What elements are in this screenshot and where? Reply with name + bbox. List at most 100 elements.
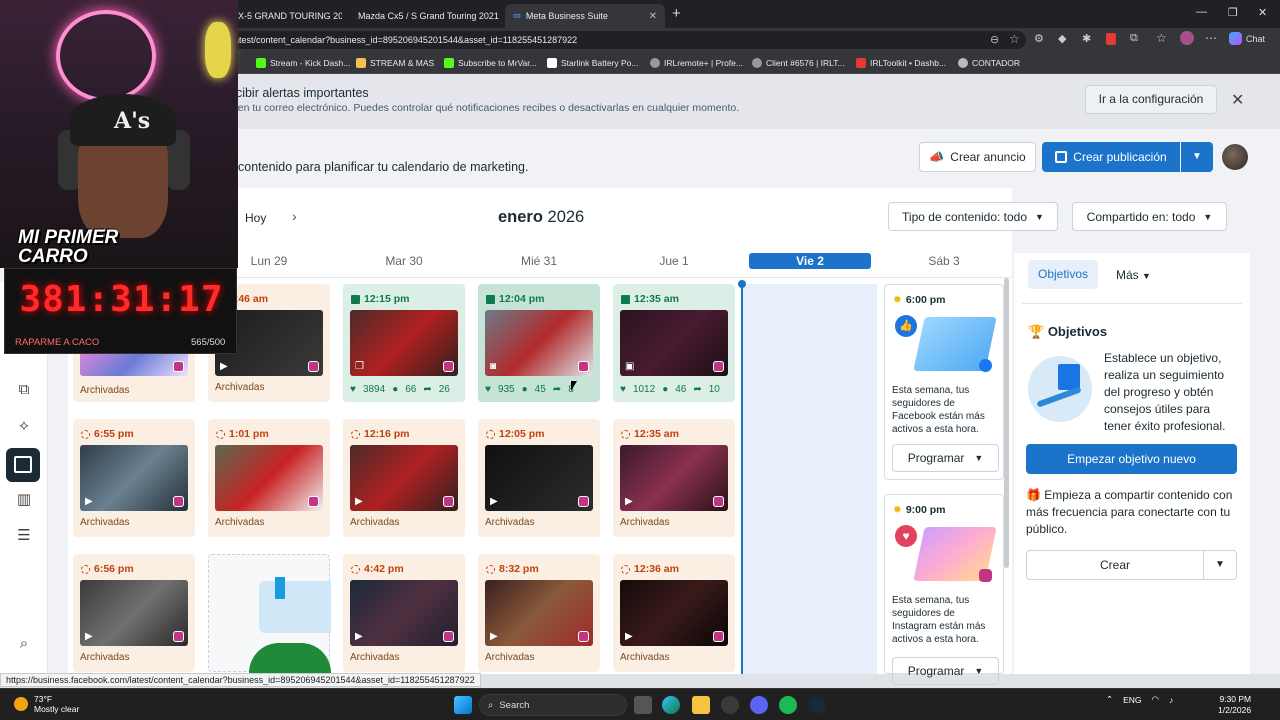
taskbar-search[interactable]: ⌕ Search [479,694,627,716]
extensions-puzzle-icon[interactable]: ⧉ [1130,32,1138,45]
chevron-down-icon[interactable]: ▼ [1181,142,1213,172]
post-status: Archivadas [350,652,400,663]
start-icon[interactable] [454,696,472,714]
bookmark-item[interactable]: IRLremote+ | Profe... [650,55,743,71]
post-card[interactable]: 4:42 pm ▶ Archivadas [343,554,465,672]
url-field[interactable]: atest/content_calendar?business_id=89520… [228,31,1026,49]
tray-chevron-icon[interactable]: ⌃ [1106,694,1113,705]
tab-objetivos[interactable]: Objetivos [1028,260,1098,289]
post-card[interactable]: 6:55 pm ▶ Archivadas [73,419,195,537]
instagram-icon [578,496,589,507]
chevron-right-icon[interactable]: › [292,208,297,224]
extension-icon[interactable]: ◆ [1058,32,1066,45]
today-button[interactable]: Hoy [245,211,266,225]
favorite-star-icon[interactable]: ☆ [1009,32,1020,46]
volume-icon[interactable]: ♪ [1169,695,1173,705]
edge-icon[interactable] [662,696,680,714]
post-card[interactable]: 12:16 pm ▶ Archivadas [343,419,465,537]
instagram-illustration: ♥ [893,523,997,585]
play-icon: ▶ [85,496,93,507]
post-thumbnail: ▶ [80,580,188,646]
bookmark-item[interactable]: Client #6576 | IRLT... [752,55,845,71]
extension-icon[interactable] [1106,33,1116,45]
gift-icon: 🎁 [1026,488,1041,502]
new-tab-button[interactable]: + [672,5,681,22]
post-card[interactable]: 12:15 pm ❐ ♥ 3894 ● 66 ➦ 26 [343,284,465,402]
insights-icon[interactable]: ▥ [14,490,34,510]
post-card[interactable]: 12:35 am ▣ ♥ 1012 ● 46 ➦ 10 [613,284,735,402]
post-time: 12:16 pm [351,428,410,440]
post-thumbnail: ▶ [350,445,458,511]
comments-icon: ● [392,384,399,395]
content-type-filter[interactable]: Tipo de contenido: todo ▼ [888,202,1058,231]
create-button[interactable]: Crear [1026,550,1204,580]
post-card[interactable]: 8:32 pm ▶ Archivadas [478,554,600,672]
create-ad-button[interactable]: 📣 Crear anuncio [919,142,1036,172]
bookmark-item[interactable]: IRLToolkit • Dashb... [856,55,946,71]
extension-icon[interactable]: ✱ [1082,32,1091,45]
discord-icon[interactable] [750,696,768,714]
close-icon[interactable]: ✕ [649,11,657,22]
more-menu-icon[interactable]: ⋯ [1205,31,1217,45]
steam-icon[interactable] [808,696,826,714]
maximize-icon[interactable]: ❐ [1228,6,1238,19]
post-time: 8:32 pm [486,563,539,575]
clock[interactable]: 9:30 PM 1/2/2026 [1218,694,1251,716]
post-thumbnail: ▶ [485,445,593,511]
browser-tab-1[interactable]: X-5 GRAND TOURING 20✕ [230,4,342,28]
day-header: Jue 1 [659,254,689,268]
browser-tab-2[interactable]: Mazda Cx5 / S Grand Touring 2021✕ [345,4,501,28]
create-post-button[interactable]: Crear publicación [1042,142,1180,172]
post-time: 12:36 am [621,563,679,575]
search-icon[interactable]: ⌕ [14,634,34,654]
tab-mas[interactable]: Más ▼ [1116,268,1151,282]
post-card[interactable]: 12:05 pm ▶ Archivadas [478,419,600,537]
window-close-icon[interactable]: ✕ [1258,6,1267,19]
avatar[interactable] [1222,144,1248,170]
post-card[interactable]: 12:35 am ▶ Archivadas [613,419,735,537]
link-preview: https://business.facebook.com/latest/con… [0,673,481,687]
post-time-label: 12:05 pm [499,428,545,440]
extension-icon[interactable]: ⚙ [1034,32,1044,45]
bookmark-item[interactable]: Starlink Battery Po... [547,55,638,71]
spotify-icon[interactable] [779,696,797,714]
browser-tab-3-active[interactable]: ∞ Meta Business Suite ✕ [505,4,665,28]
minimize-icon[interactable]: — [1196,6,1207,18]
copilot-chat-button[interactable]: Chat [1229,32,1265,45]
post-card[interactable]: 1:01 pm Archivadas [208,419,330,537]
tab-mas-label: Más [1116,268,1139,282]
bookmark-item[interactable]: CONTADOR [958,55,1020,71]
favorites-icon[interactable]: ☆ [1156,31,1167,45]
empty-day-illustration[interactable] [208,554,331,673]
post-card-hovered[interactable]: 12:04 pm ◙ ♥ 935 ● 45 ➦ 8 [478,284,600,402]
zoom-icon[interactable]: ⊖ [990,33,999,46]
file-explorer-icon[interactable] [692,696,710,714]
schedule-button[interactable]: Programar ▼ [892,444,999,472]
calendar-nav-selected[interactable] [6,448,40,482]
schedule-button[interactable]: Programar ▼ [892,657,999,685]
bookmark-item[interactable]: Subscribe to MrVar... [444,55,537,71]
post-card[interactable]: 12:36 am ▶ Archivadas [613,554,735,672]
scrollbar[interactable] [1004,278,1009,568]
post-card[interactable]: 6:56 pm ▶ Archivadas [73,554,195,672]
wifi-icon[interactable]: ◠ [1152,694,1159,705]
obs-icon[interactable] [721,696,739,714]
menu-icon[interactable]: ☰ [14,526,34,546]
shared-on-filter[interactable]: Compartido en: todo ▼ [1072,202,1227,231]
current-time-line [741,284,743,674]
task-view-icon[interactable] [634,696,652,714]
start-goal-button[interactable]: Empezar objetivo nuevo [1026,444,1237,474]
close-icon[interactable]: ✕ [1231,90,1244,110]
profile-avatar-icon[interactable] [1180,31,1194,45]
content-icon[interactable]: ⧉ [14,380,34,400]
weather-widget[interactable]: 73°F Mostly clear [14,694,79,714]
language-indicator[interactable]: ENG [1123,695,1141,705]
scheduled-icon [81,429,90,439]
bookmark-item[interactable]: Stream - Kick Dash... [256,55,350,71]
ads-icon[interactable]: ⟡ [14,416,34,436]
chevron-down-icon[interactable]: ▼ [1203,550,1237,580]
post-status: Archivadas [80,652,130,663]
mailbox-illustration [259,581,331,633]
bookmark-item[interactable]: STREAM & MAS [356,55,434,71]
settings-button[interactable]: Ir a la configuración [1085,85,1217,114]
